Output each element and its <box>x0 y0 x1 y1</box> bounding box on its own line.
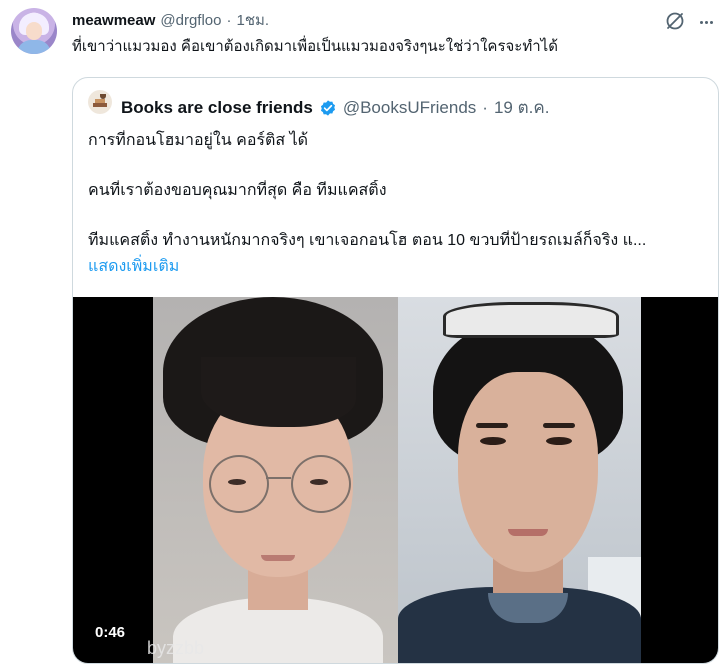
portrait-face <box>458 372 598 572</box>
tweet-text: ที่เขาว่าแมวมอง คือเขาต้องเกิดมาเพื่อเป็… <box>72 38 558 55</box>
portrait-eyebrow <box>476 423 508 428</box>
author-name[interactable]: meawmeaw <box>72 12 155 29</box>
quoted-author-avatar <box>88 90 112 114</box>
more-dot <box>704 20 708 24</box>
portrait-mouth <box>261 555 295 561</box>
header-separator: · <box>226 11 232 29</box>
quoted-author-handle: @BooksUFriends <box>342 97 477 117</box>
author-handle[interactable]: @drgfloo <box>160 12 221 29</box>
sunglasses-on-head <box>443 302 619 338</box>
quoted-text-line: การที่กอนโฮมาอยู่ใน คอร์ติส ได้ <box>88 132 309 149</box>
tweet-time[interactable]: 1ชม. <box>236 8 269 32</box>
show-more-link[interactable]: แสดงเพิ่มเติม <box>88 254 179 279</box>
quoted-text-line: ทีมแคสติ้ง ทำงานหนักมากจริงๆ เขาเจอกอนโฮ… <box>88 232 647 249</box>
video-player[interactable]: byzzbb 0:46 <box>73 297 718 663</box>
eyeglasses-lens <box>209 455 269 513</box>
right-portrait-image <box>398 297 641 663</box>
more-dot <box>699 20 703 24</box>
more-options-icon[interactable] <box>696 12 716 32</box>
more-dot <box>709 20 713 24</box>
avatar-dress <box>17 40 51 54</box>
grok-icon[interactable] <box>663 9 687 33</box>
video-watermark: byzzbb <box>147 638 205 658</box>
avatar-book <box>93 103 107 107</box>
author-avatar[interactable] <box>11 8 57 54</box>
portrait-mouth <box>508 529 548 536</box>
eyeglasses-lens <box>291 455 351 513</box>
quoted-text-line: คนที่เราต้องขอบคุณมากที่สุด คือ ทีมแคสติ… <box>88 182 387 199</box>
avatar-face <box>26 22 42 40</box>
verified-badge-icon <box>320 99 335 116</box>
tweet-header: meawmeaw @drgfloo · 1ชม. <box>72 10 269 30</box>
portrait-bangs <box>201 357 356 427</box>
eyeglasses-bridge <box>266 477 291 479</box>
video-duration-badge: 0:46 <box>91 623 130 642</box>
left-portrait-image <box>153 297 398 663</box>
portrait-eye <box>480 437 506 445</box>
quoted-author-name: Books are close friends <box>121 97 313 117</box>
portrait-eye <box>546 437 572 445</box>
quoted-tweet[interactable]: Books are close friends @BooksUFriends ·… <box>72 77 719 664</box>
quoted-separator: · <box>482 97 488 117</box>
quoted-header: Books are close friends @BooksUFriends ·… <box>121 94 549 121</box>
quoted-time: 19 ต.ค. <box>493 98 550 117</box>
portrait-eyebrow <box>543 423 575 428</box>
